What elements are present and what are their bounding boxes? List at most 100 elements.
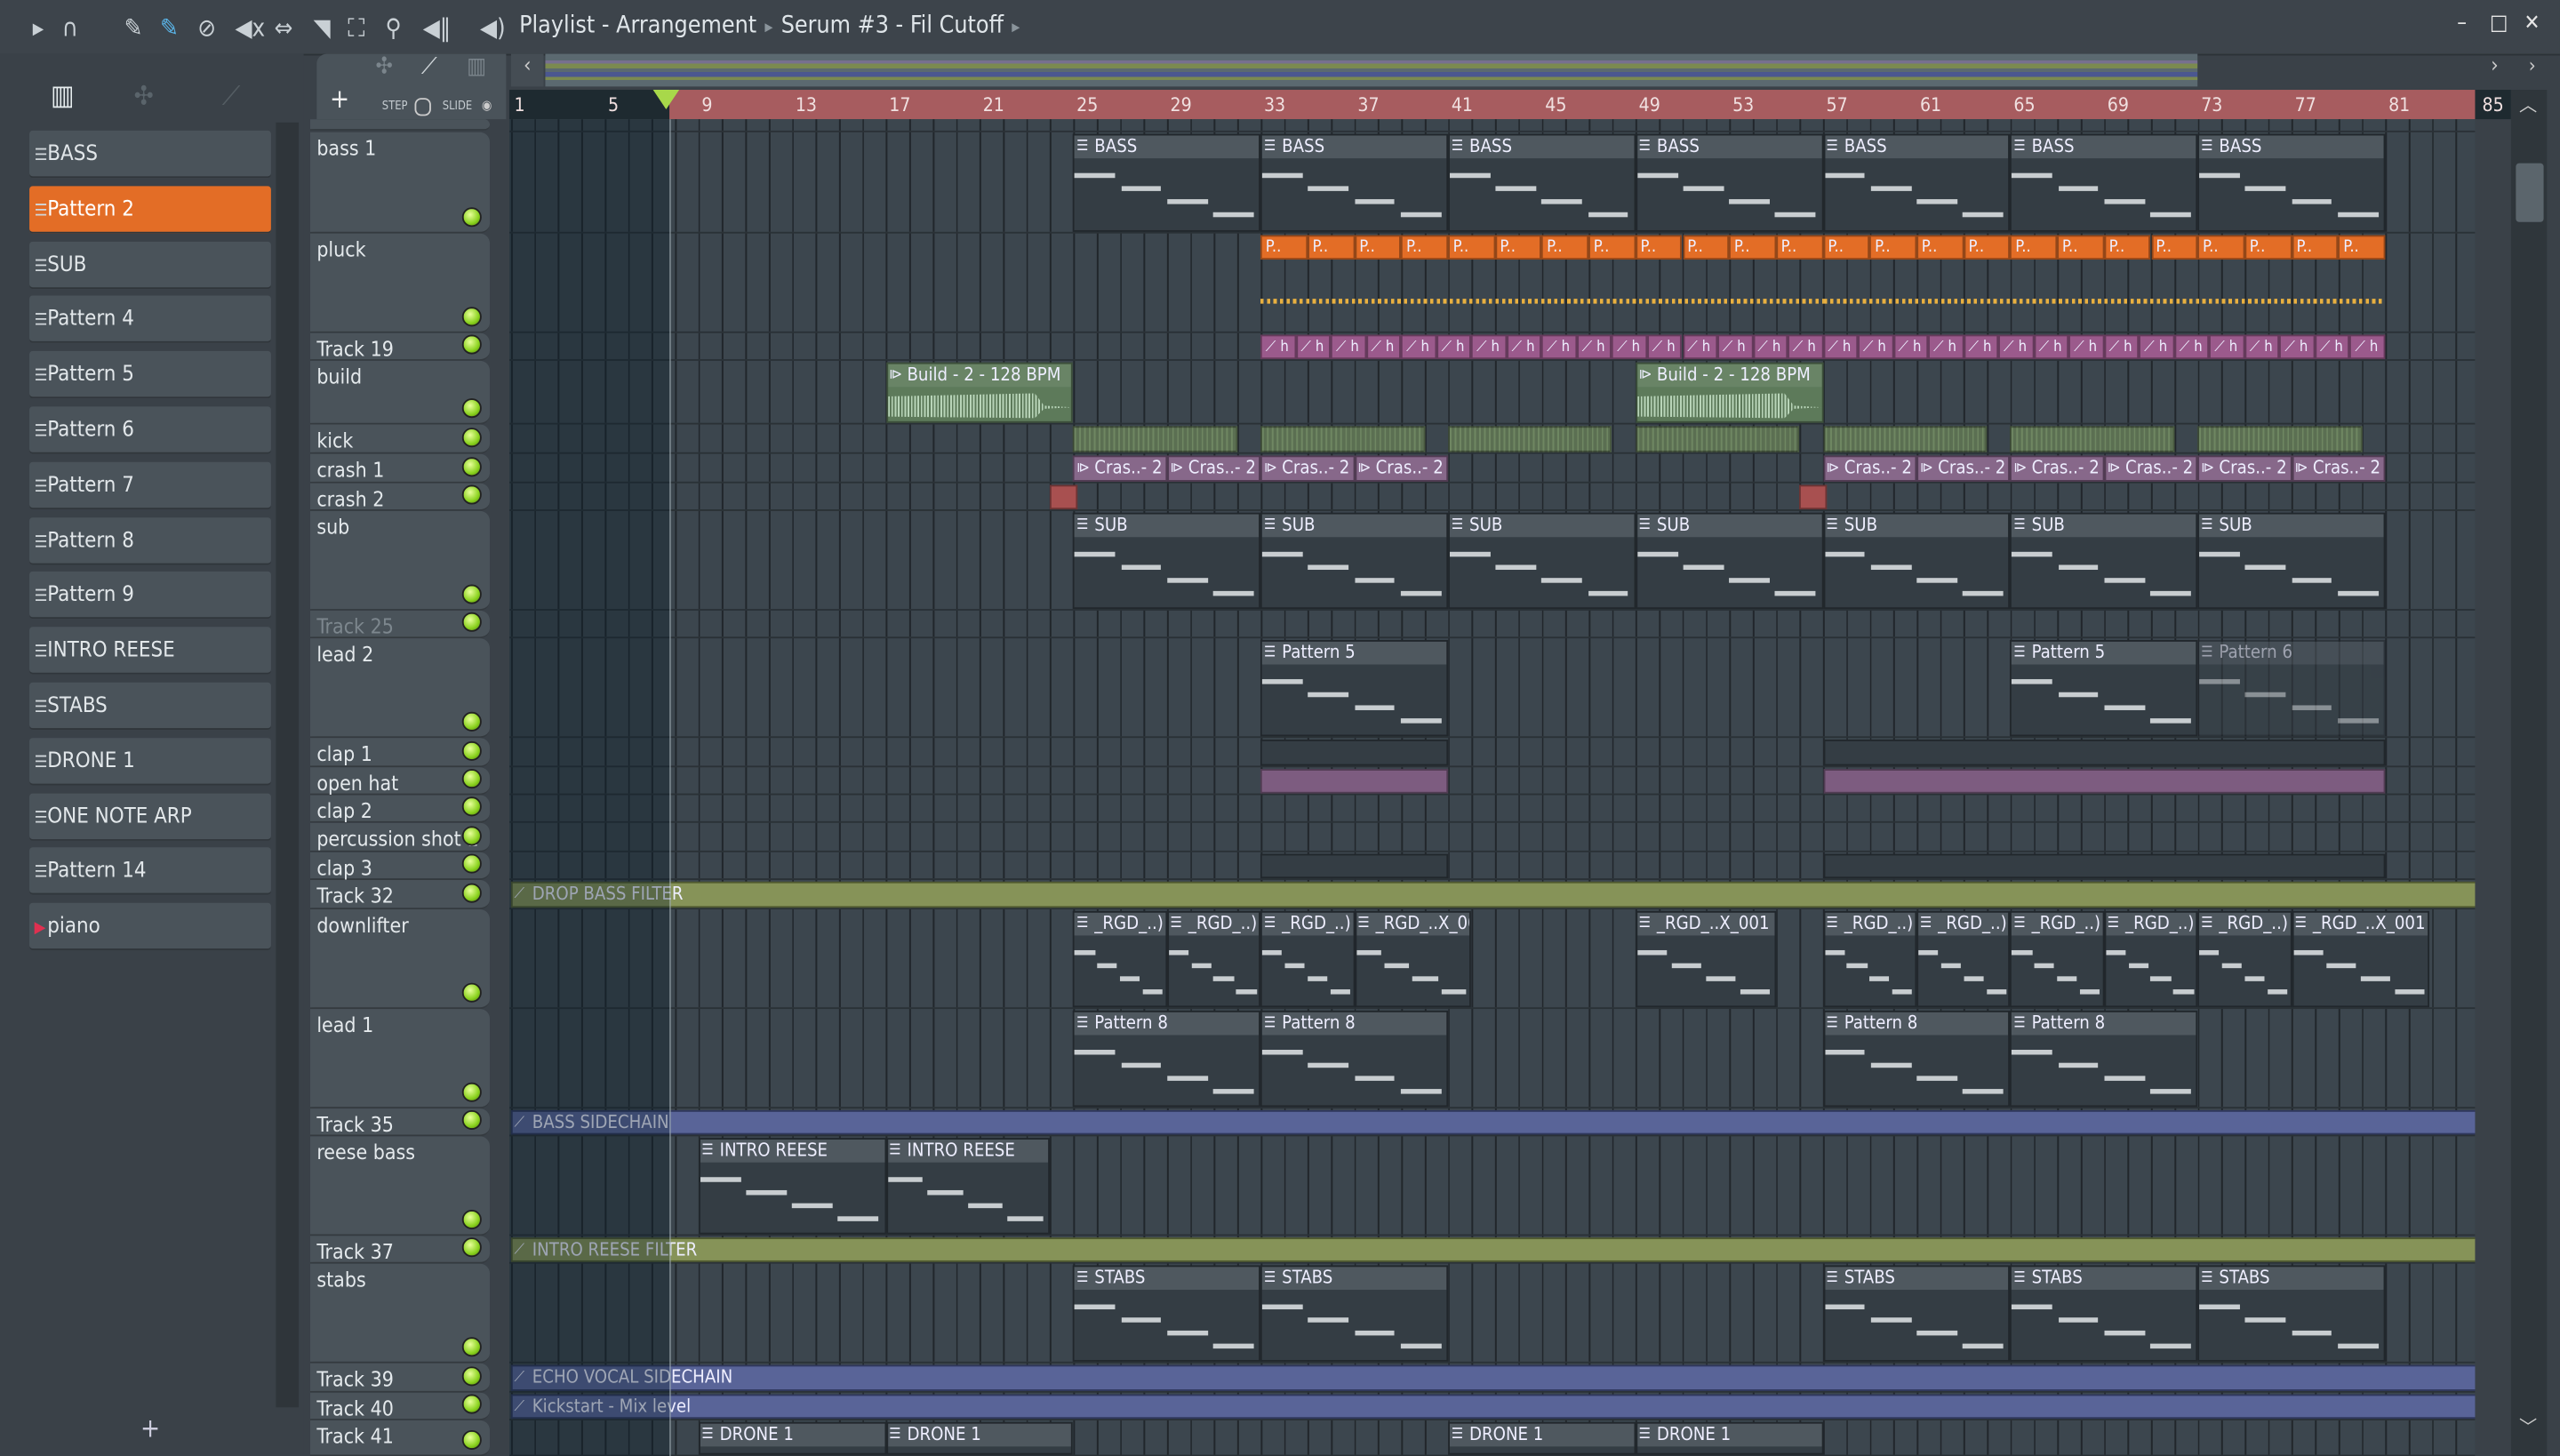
playlist-clip[interactable]: ☰ STABS bbox=[1822, 1265, 2011, 1362]
pluck-clip[interactable]: P.. bbox=[2291, 235, 2339, 260]
playlist-clip[interactable]: ⧐ Cras..- 2 bbox=[2010, 455, 2105, 482]
slip-tool-icon[interactable]: ⇔ bbox=[275, 13, 293, 43]
pattern-item[interactable]: ☰Pattern 2 bbox=[29, 186, 271, 234]
pattern-item[interactable]: ☰ONE NOTE ARP bbox=[29, 792, 271, 841]
playlist-clip[interactable]: ☰_RGD_..X_001 bbox=[1636, 910, 1777, 1008]
menu-arrow-icon[interactable]: › bbox=[2516, 54, 2548, 87]
pluck-clip[interactable]: P.. bbox=[1541, 235, 1589, 260]
automation-clip[interactable]: ⟋ h bbox=[1998, 334, 2035, 360]
playlist-clip[interactable]: ☰ STABS bbox=[1260, 1265, 1449, 1362]
automation-clip[interactable]: ⟋ h bbox=[2174, 334, 2210, 360]
pluck-clip[interactable]: P.. bbox=[1776, 235, 1823, 260]
audio-wave-icon[interactable]: ✣ bbox=[134, 80, 154, 111]
track-mute-led[interactable] bbox=[461, 1366, 482, 1387]
pattern-item[interactable]: ☰Pattern 14 bbox=[29, 847, 271, 896]
pattern-item[interactable]: ☰Pattern 7 bbox=[29, 461, 271, 509]
breadcrumb-plugin[interactable]: Serum #3 - Fil Cutoff bbox=[781, 13, 1004, 39]
automation-clip[interactable]: ⟋ h bbox=[1682, 334, 1718, 360]
playlist-clip[interactable]: ☰ Pattern 8 bbox=[1260, 1010, 1449, 1108]
pluck-clip[interactable]: P.. bbox=[1260, 235, 1308, 260]
playlist-clip[interactable]: ☰ BASS bbox=[2197, 133, 2386, 232]
pluck-clip[interactable]: P.. bbox=[2338, 235, 2386, 260]
track-mute-led[interactable] bbox=[461, 1082, 482, 1102]
track-header[interactable]: Track 32 bbox=[309, 879, 491, 910]
pluck-clip[interactable]: P.. bbox=[1494, 235, 1542, 260]
playlist-clip[interactable]: ⧐ Cras..- 2 bbox=[1166, 455, 1261, 482]
track-mute-led[interactable] bbox=[461, 398, 482, 419]
track-header[interactable]: open hat bbox=[309, 767, 491, 796]
piano-keys-icon[interactable]: ▥ bbox=[51, 80, 75, 113]
track-header[interactable]: crash 1 bbox=[309, 453, 491, 484]
playlist-clip[interactable] bbox=[1260, 740, 1449, 766]
automation-icon[interactable]: ⟋ bbox=[222, 80, 241, 113]
vertical-scrollbar[interactable] bbox=[2510, 90, 2548, 1456]
playlist-clip[interactable]: ☰ _RGD_..) bbox=[2197, 910, 2292, 1008]
breadcrumb-arrow-icon[interactable]: ▸ bbox=[1012, 16, 1020, 37]
playlist-clip[interactable]: ☰ SUB bbox=[1260, 512, 1449, 610]
playlist-clip[interactable]: ☰ DRONE 1 bbox=[885, 1421, 1074, 1455]
playlist-clip[interactable]: ☰ BASS bbox=[1822, 133, 2011, 232]
track-row[interactable] bbox=[509, 795, 2476, 823]
track-row[interactable] bbox=[509, 610, 2476, 639]
picker-scrollbar[interactable] bbox=[276, 122, 300, 1408]
track-mute-led[interactable] bbox=[461, 853, 482, 874]
playlist-clip[interactable]: ☰ INTRO REESE bbox=[698, 1138, 886, 1235]
track-mute-led[interactable] bbox=[461, 769, 482, 789]
track-mute-led[interactable] bbox=[461, 1109, 482, 1130]
track-header[interactable]: kick bbox=[309, 424, 491, 454]
arrangement-overview[interactable] bbox=[545, 53, 2198, 87]
pattern-item[interactable]: ☰BASS bbox=[29, 130, 271, 179]
playlist-clip[interactable]: ⟋ DROP BASS FILTER bbox=[510, 881, 2476, 908]
pattern-item[interactable]: ☰Pattern 8 bbox=[29, 516, 271, 564]
track-header[interactable]: clap 3 bbox=[309, 852, 491, 880]
delete-tool-icon[interactable]: ⊘ bbox=[197, 13, 216, 43]
automation-clip[interactable]: ⟋ h bbox=[1788, 334, 1823, 360]
mute-tool-icon[interactable]: ◀x bbox=[235, 13, 265, 43]
pattern-item[interactable]: ☰STABS bbox=[29, 682, 271, 731]
track-mute-led[interactable] bbox=[461, 1209, 482, 1230]
close-button[interactable]: ✕ bbox=[2524, 12, 2540, 36]
playlist-clip[interactable]: ☰_RGD_..X_001 bbox=[2291, 910, 2430, 1008]
track-mute-led[interactable] bbox=[461, 457, 482, 477]
playlist-clip[interactable] bbox=[1822, 426, 1988, 452]
playhead-marker[interactable] bbox=[652, 90, 680, 110]
playlist-clip[interactable]: ⧐ Build - 2 - 128 BPM bbox=[1636, 362, 1823, 423]
playlist-clip[interactable]: ☰ BASS bbox=[2010, 133, 2198, 232]
track-header[interactable]: Track 39 bbox=[309, 1363, 491, 1393]
track-mute-led[interactable] bbox=[461, 796, 482, 817]
playlist-clip[interactable]: ☰ BASS bbox=[1073, 133, 1261, 232]
playlist-clip[interactable] bbox=[2010, 426, 2175, 452]
playlist-clip[interactable]: ⟋ INTRO REESE FILTER bbox=[510, 1237, 2476, 1262]
track-mute-led[interactable] bbox=[461, 207, 482, 228]
track-mute-led[interactable] bbox=[461, 484, 482, 505]
track-header[interactable]: reese bass bbox=[309, 1136, 491, 1236]
step-toggle[interactable] bbox=[414, 98, 431, 116]
playlist-clip[interactable]: ☰ SUB bbox=[1448, 512, 1636, 610]
playlist-clip[interactable]: ⧐ Cras..- 2 bbox=[2291, 455, 2386, 482]
automation-clip[interactable]: ⟋ h bbox=[1471, 334, 1508, 360]
track-header[interactable]: clap 1 bbox=[309, 738, 491, 768]
pencil-icon[interactable]: ✎ bbox=[124, 13, 143, 43]
automation-clip[interactable]: ⟋ h bbox=[1507, 334, 1542, 360]
pluck-clip[interactable]: P.. bbox=[1401, 235, 1449, 260]
slice-tool-icon[interactable]: ◥ bbox=[314, 13, 331, 43]
pattern-item[interactable]: ☰SUB bbox=[29, 241, 271, 289]
pluck-clip[interactable]: P.. bbox=[1636, 235, 1683, 260]
track-header[interactable]: build bbox=[309, 360, 491, 425]
track-header[interactable]: Track 19 bbox=[309, 332, 491, 361]
playlist-clip[interactable]: ☰ _RGD_..) bbox=[1166, 910, 1261, 1008]
pluck-clip[interactable]: P.. bbox=[2197, 235, 2245, 260]
playlist-clip[interactable]: ⧐ Cras..- 2 bbox=[1260, 455, 1355, 482]
automation-clip[interactable]: ⟋ h bbox=[1928, 334, 1964, 360]
automation-clip[interactable]: ⟋ h bbox=[1858, 334, 1893, 360]
track-mute-led[interactable] bbox=[461, 1237, 482, 1258]
automation-clip[interactable]: ⟋ h bbox=[1260, 334, 1296, 360]
playlist-clip[interactable]: ⧐ Build - 2 - 128 BPM bbox=[885, 362, 1074, 423]
track-header[interactable]: Track 35 bbox=[309, 1108, 491, 1137]
playlist-clip[interactable] bbox=[1822, 769, 2386, 794]
track-header[interactable]: downlifter bbox=[309, 909, 491, 1010]
track-mute-led[interactable] bbox=[461, 982, 482, 1003]
playlist-clip[interactable]: ⧐ Cras..- 2 bbox=[2104, 455, 2198, 482]
playlist-clip[interactable] bbox=[1050, 484, 1078, 510]
automation-clip[interactable]: ⟋ h bbox=[1541, 334, 1578, 360]
